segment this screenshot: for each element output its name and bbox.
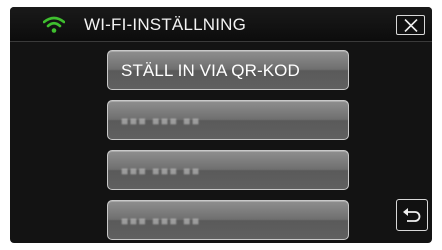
wifi-signal-icon bbox=[43, 16, 65, 33]
title-bar: WI-FI-INSTÄLLNING bbox=[10, 7, 432, 42]
network-option-label: ■■■ ■■■ ■■ bbox=[121, 114, 201, 128]
network-option-button[interactable]: ■■■ ■■■ ■■ bbox=[107, 150, 349, 190]
network-option-label: ■■■ ■■■ ■■ bbox=[121, 164, 201, 178]
camera-screen: WI-FI-INSTÄLLNING STÄLL IN VIA QR-KOD ■■… bbox=[10, 7, 432, 243]
network-option-button[interactable]: ■■■ ■■■ ■■ bbox=[107, 200, 349, 240]
back-button[interactable] bbox=[396, 199, 428, 231]
return-arrow-icon bbox=[403, 208, 421, 222]
close-button[interactable] bbox=[396, 15, 425, 35]
network-option-label: ■■■ ■■■ ■■ bbox=[121, 214, 201, 228]
network-option-button[interactable]: ■■■ ■■■ ■■ bbox=[107, 100, 349, 140]
screen-title: WI-FI-INSTÄLLNING bbox=[84, 15, 247, 34]
qr-code-setup-label: STÄLL IN VIA QR-KOD bbox=[121, 61, 300, 80]
close-icon bbox=[404, 19, 418, 32]
qr-code-setup-button[interactable]: STÄLL IN VIA QR-KOD bbox=[107, 50, 349, 90]
